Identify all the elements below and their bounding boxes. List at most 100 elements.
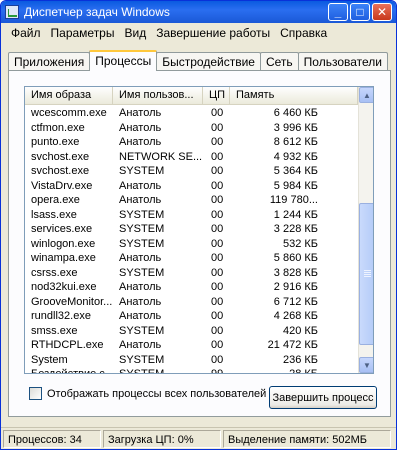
process-image-name: GrooveMonitor.... [31, 295, 113, 308]
process-cpu: 00 [211, 136, 224, 148]
tab-strip: Приложения Процессы Быстродействие Сеть … [8, 50, 388, 71]
table-row[interactable]: System SYSTEM 00 236 КБ [25, 353, 358, 368]
table-row[interactable]: Бездействие с... SYSTEM 99 28 КБ [25, 367, 358, 374]
table-row[interactable]: svchost.exe NETWORK SE... 00 4 932 КБ [25, 150, 358, 165]
process-image-name: svchost.exe [31, 150, 90, 163]
process-cpu: 00 [211, 107, 224, 119]
menu-bar: Файл Параметры Вид Завершение работы Спр… [1, 23, 396, 43]
table-row[interactable]: punto.exe Анатоль 00 8 612 КБ [25, 135, 358, 150]
process-memory: 3 228 КБ [273, 223, 318, 235]
column-memory[interactable]: Память [230, 87, 358, 105]
process-cpu: 00 [211, 324, 224, 337]
process-user-name: Анатоль [119, 179, 162, 192]
process-user-name: Анатоль [119, 295, 162, 308]
process-cpu: 00 [211, 237, 224, 250]
process-user-name: Анатоль [119, 339, 162, 351]
menu-view[interactable]: Вид [119, 23, 151, 43]
tab-network[interactable]: Сеть [259, 52, 299, 71]
process-memory: 8 612 КБ [273, 136, 318, 148]
maximize-button[interactable]: □ [350, 3, 370, 21]
tab-processes[interactable]: Процессы [89, 50, 158, 71]
process-memory: 119 780... [269, 194, 318, 206]
process-image-name: punto.exe [31, 136, 80, 148]
table-row[interactable]: winlogon.exe SYSTEM 00 532 КБ [25, 237, 358, 252]
tab-applications[interactable]: Приложения [8, 52, 91, 71]
process-image-name: winampa.exe [31, 252, 96, 264]
process-memory: 5 364 КБ [273, 165, 318, 177]
process-image-name: RTHDCPL.exe [31, 339, 104, 351]
scroll-down-button[interactable]: ▼ [359, 357, 373, 373]
process-cpu: 00 [211, 353, 224, 366]
table-row[interactable]: rundll32.exe Анатоль 00 4 268 КБ [25, 309, 358, 324]
table-row[interactable]: lsass.exe SYSTEM 00 1 244 КБ [25, 208, 358, 223]
table-row[interactable]: winampa.exe Анатоль 00 5 860 КБ [25, 251, 358, 266]
process-user-name: SYSTEM [119, 324, 165, 337]
process-image-name: nod32kui.exe [31, 281, 97, 293]
process-memory: 28 КБ [289, 368, 318, 374]
process-memory: 2 916 КБ [273, 281, 318, 293]
process-memory: 4 268 КБ [273, 310, 318, 322]
process-user-name: Анатоль [119, 281, 162, 293]
process-image-name: svchost.exe [31, 165, 90, 177]
process-memory: 5 860 КБ [273, 252, 318, 264]
scroll-up-button[interactable]: ▲ [359, 87, 373, 103]
menu-file[interactable]: Файл [6, 23, 46, 43]
process-memory: 5 984 КБ [273, 179, 318, 192]
process-image-name: rundll32.exe [31, 310, 91, 322]
show-all-checkbox[interactable] [29, 387, 42, 400]
process-user-name: SYSTEM [119, 368, 165, 374]
tab-performance[interactable]: Быстродействие [156, 52, 261, 71]
process-cpu: 00 [211, 208, 224, 221]
end-process-button[interactable]: Завершить процесс [269, 386, 377, 409]
scroll-thumb[interactable] [359, 203, 373, 345]
menu-shutdown[interactable]: Завершение работы [151, 23, 275, 43]
process-user-name: Анатоль [119, 136, 162, 148]
column-cpu[interactable]: ЦП [203, 87, 230, 105]
table-row[interactable]: GrooveMonitor.... Анатоль 00 6 712 КБ [25, 295, 358, 310]
title-bar[interactable]: Диспетчер задач Windows _ □ ✕ [1, 1, 396, 23]
column-user-name[interactable]: Имя пользов... [113, 87, 203, 105]
minimize-button[interactable]: _ [328, 3, 348, 21]
process-cpu: 00 [211, 252, 224, 264]
window-title: Диспетчер задач Windows [24, 5, 170, 19]
process-cpu: 00 [211, 121, 224, 134]
table-row[interactable]: csrss.exe SYSTEM 00 3 828 КБ [25, 266, 358, 281]
process-image-name: winlogon.exe [31, 237, 96, 250]
show-all-processes-option[interactable]: Отображать процессы всех пользователей [29, 387, 266, 400]
process-image-name: opera.exe [31, 194, 80, 206]
process-memory: 3 828 КБ [273, 266, 318, 279]
status-bar: Процессов: 34 Загрузка ЦП: 0% Выделение … [1, 427, 396, 449]
process-list[interactable]: Имя образа Имя пользов... ЦП Память wces… [24, 86, 374, 374]
process-memory: 21 472 КБ [267, 339, 318, 351]
column-image-name[interactable]: Имя образа [25, 87, 113, 105]
task-manager-icon [5, 5, 19, 19]
process-user-name: Анатоль [119, 107, 162, 119]
task-manager-window: Диспетчер задач Windows _ □ ✕ Файл Парам… [0, 0, 397, 450]
process-cpu: 00 [211, 194, 224, 206]
table-row[interactable]: ctfmon.exe Анатоль 00 3 996 КБ [25, 121, 358, 136]
process-memory: 4 932 КБ [273, 150, 318, 163]
menu-options[interactable]: Параметры [46, 23, 120, 43]
process-image-name: lsass.exe [31, 208, 77, 221]
process-memory: 420 КБ [282, 324, 318, 337]
table-row[interactable]: wcescomm.exe Анатоль 00 6 460 КБ [25, 106, 358, 121]
table-row[interactable]: nod32kui.exe Анатоль 00 2 916 КБ [25, 280, 358, 295]
process-cpu: 00 [211, 223, 224, 235]
table-row[interactable]: smss.exe SYSTEM 00 420 КБ [25, 324, 358, 339]
process-memory: 6 460 КБ [273, 107, 318, 119]
process-cpu: 00 [211, 179, 224, 192]
table-row[interactable]: opera.exe Анатоль 00 119 780... [25, 193, 358, 208]
close-button[interactable]: ✕ [372, 3, 392, 21]
vertical-scrollbar[interactable]: ▲ ▼ [358, 87, 373, 373]
table-row[interactable]: RTHDCPL.exe Анатоль 00 21 472 КБ [25, 338, 358, 353]
tab-users[interactable]: Пользователи [297, 52, 388, 71]
process-cpu: 99 [211, 368, 224, 374]
status-cpu-usage: Загрузка ЦП: 0% [103, 429, 221, 448]
process-user-name: SYSTEM [119, 266, 165, 279]
process-user-name: Анатоль [119, 252, 162, 264]
process-user-name: Анатоль [119, 194, 162, 206]
table-row[interactable]: svchost.exe SYSTEM 00 5 364 КБ [25, 164, 358, 179]
table-row[interactable]: services.exe SYSTEM 00 3 228 КБ [25, 222, 358, 237]
menu-help[interactable]: Справка [275, 23, 332, 43]
table-row[interactable]: VistaDrv.exe Анатоль 00 5 984 КБ [25, 179, 358, 194]
